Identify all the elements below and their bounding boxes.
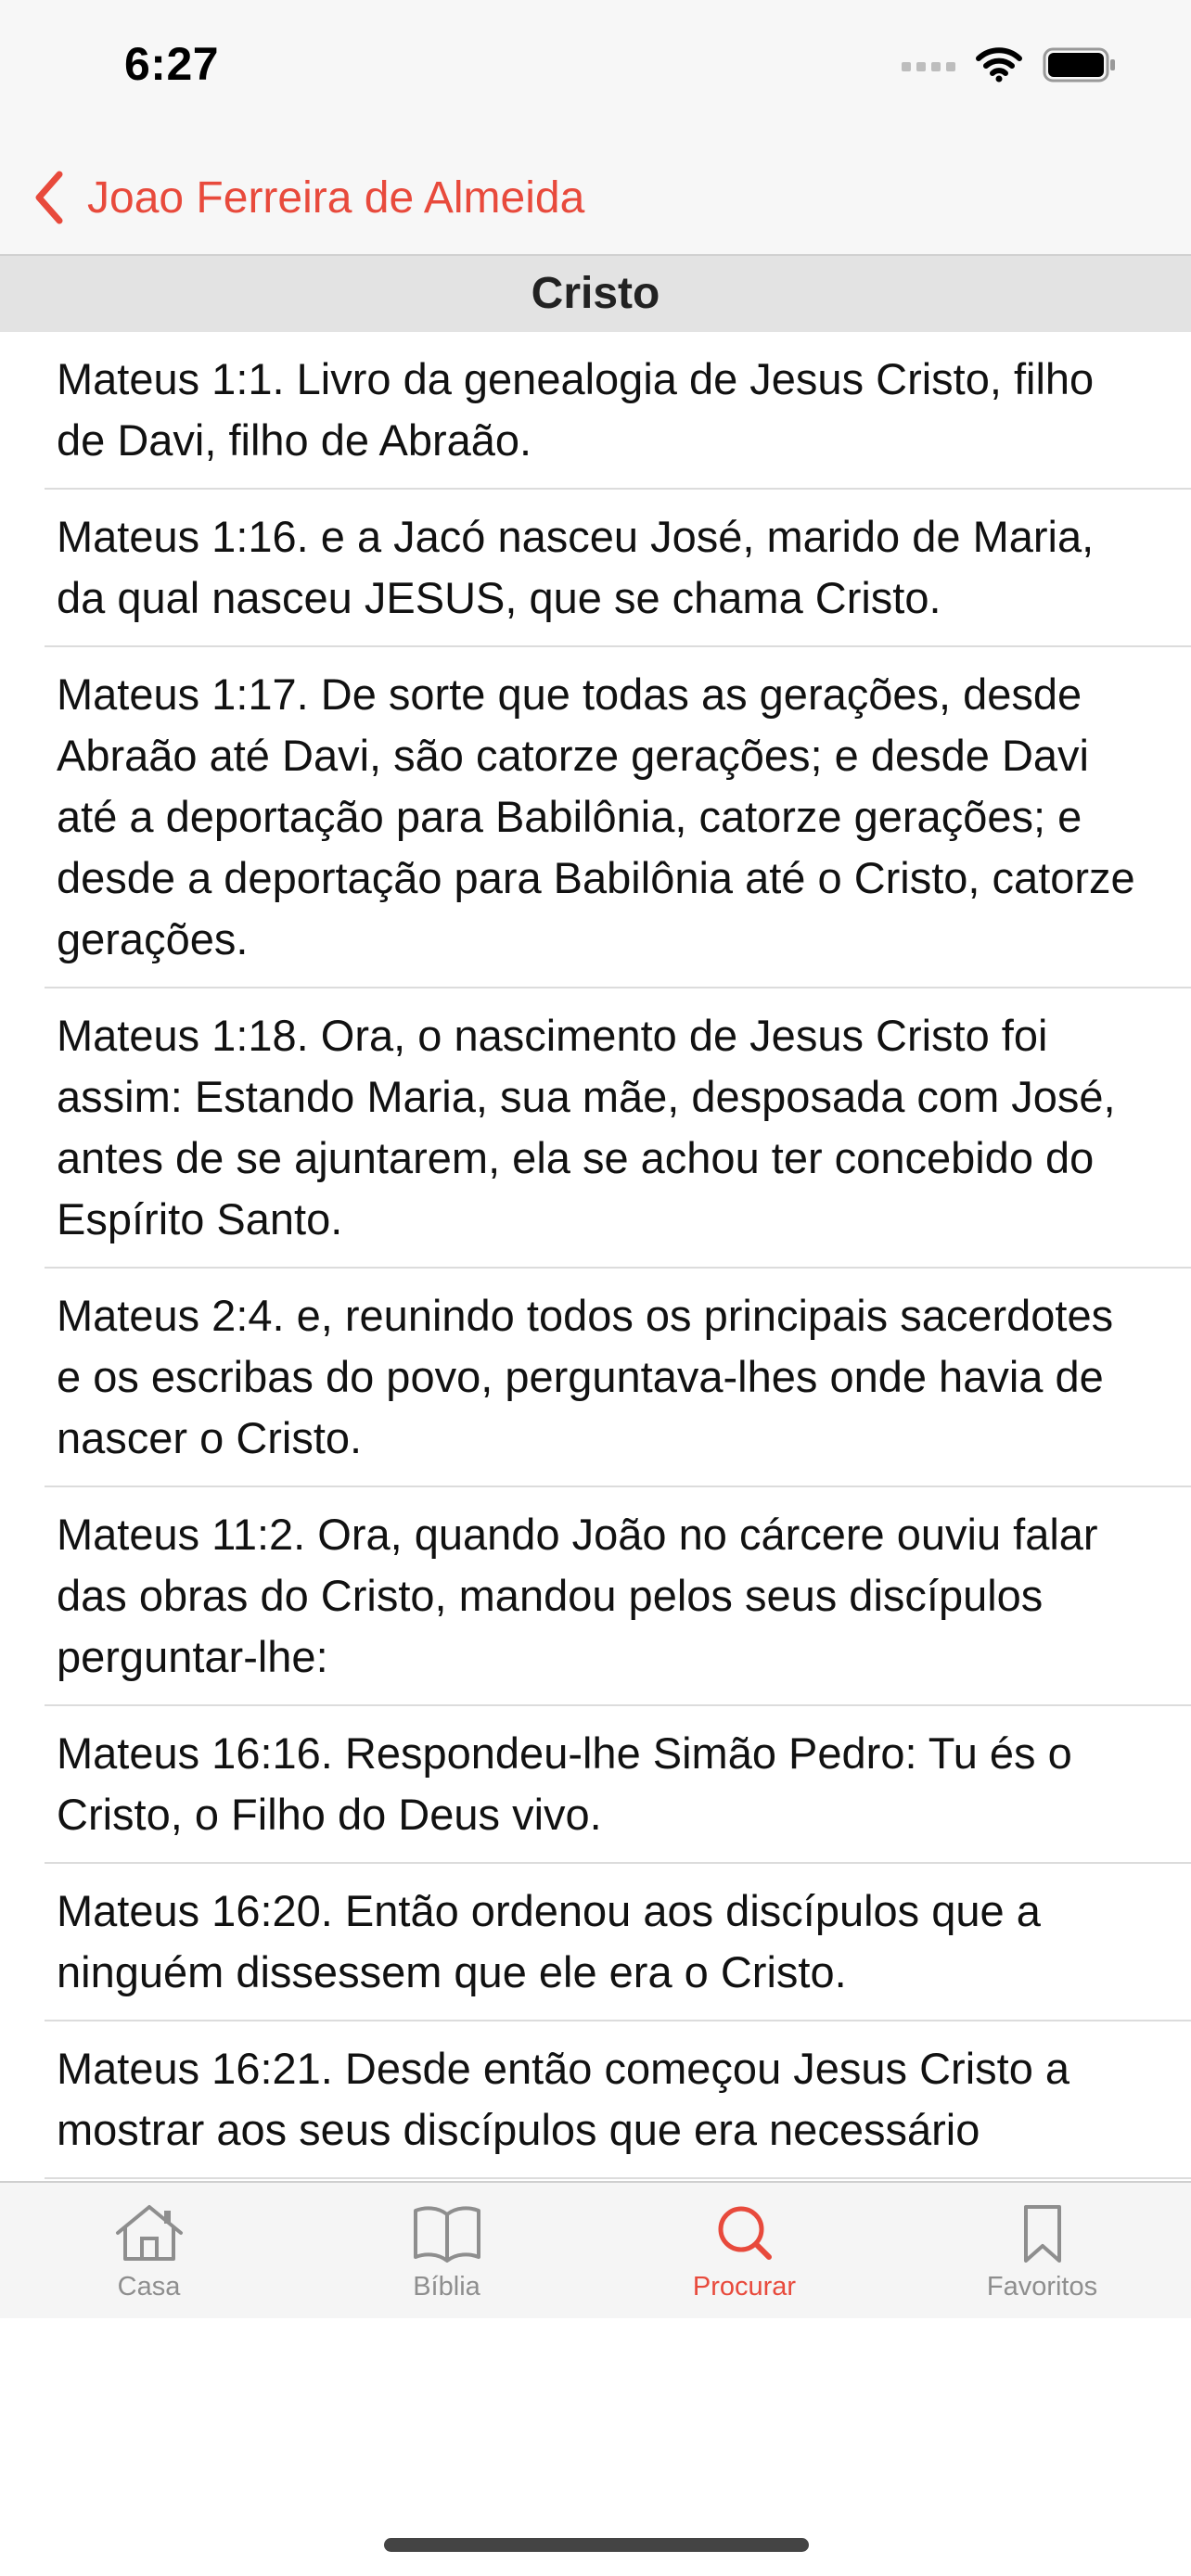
list-item[interactable]: Mateus 16:20. Então ordenou aos discípul… [45,1864,1191,2021]
cellular-signal-icon [902,62,955,71]
tab-biblia[interactable]: Bíblia [298,2183,596,2320]
back-button-label: Joao Ferreira de Almeida [87,172,585,223]
status-bar: 6:27 [0,0,1191,139]
list-item[interactable]: Mateus 2:4. e, reunindo todos os princip… [45,1269,1191,1487]
tab-procurar[interactable]: Procurar [596,2183,893,2320]
tab-bar: Casa Bíblia Procurar Favoritos [0,2181,1191,2320]
search-icon [718,2206,772,2260]
bookmark-icon [1023,2205,1061,2263]
section-header: Cristo [0,256,1191,332]
list-item[interactable]: Mateus 1:16. e a Jacó nasceu José, marid… [45,490,1191,647]
house-icon [115,2205,183,2261]
status-icons [902,46,1117,83]
list-item[interactable]: Mateus 1:17. De sorte que todas as geraç… [45,647,1191,988]
tab-label: Casa [117,2272,181,2302]
list-item[interactable]: Mateus 1:18. Ora, o nascimento de Jesus … [45,988,1191,1269]
wifi-icon [976,47,1022,83]
verse-list[interactable]: Mateus 1:1. Livro da genealogia de Jesus… [0,332,1191,2181]
book-icon [413,2206,480,2263]
tab-label: Favoritos [986,2272,1098,2302]
chevron-left-icon [35,171,63,224]
navigation-bar: Joao Ferreira de Almeida [0,139,1191,256]
back-button[interactable]: Joao Ferreira de Almeida [33,165,584,230]
home-indicator[interactable] [384,2538,809,2552]
status-time: 6:27 [124,38,220,90]
tab-label: Procurar [692,2272,797,2302]
list-item[interactable]: Mateus 11:2. Ora, quando João no cárcere… [45,1487,1191,1706]
list-item[interactable]: Mateus 1:1. Livro da genealogia de Jesus… [45,332,1191,490]
list-item[interactable]: Mateus 16:16. Respondeu-lhe Simão Pedro:… [45,1706,1191,1864]
list-item[interactable]: Mateus 16:21. Desde então começou Jesus … [45,2021,1191,2179]
battery-icon [1043,47,1115,83]
tab-favoritos[interactable]: Favoritos [893,2183,1191,2320]
tab-label: Bíblia [413,2272,480,2302]
tab-casa[interactable]: Casa [0,2183,298,2320]
